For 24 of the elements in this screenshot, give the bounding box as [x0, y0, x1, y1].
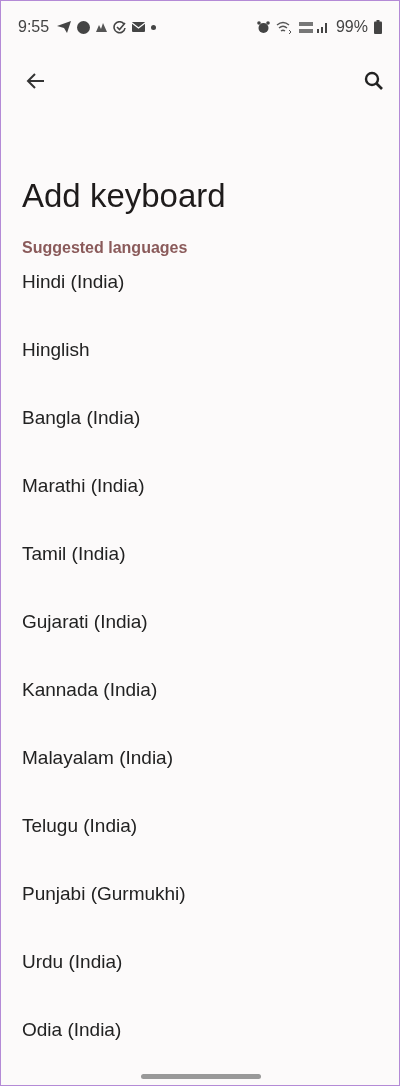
page-title: Add keyboard	[21, 176, 227, 216]
language-item[interactable]: Gujarati (India)	[1, 600, 399, 668]
alarm-icon	[256, 20, 270, 34]
language-item[interactable]: Malayalam (India)	[1, 736, 399, 804]
language-item[interactable]: Hindi (India)	[1, 260, 399, 328]
language-item[interactable]: Marathi (India)	[1, 464, 399, 532]
mail-icon	[132, 22, 146, 32]
language-item[interactable]: Odia (India)	[1, 1008, 399, 1076]
battery-level: 99%	[335, 18, 368, 36]
language-item[interactable]: Hinglish	[1, 328, 399, 396]
language-item[interactable]: Kannada (India)	[1, 668, 399, 736]
section-header: Suggested languages	[21, 238, 189, 258]
language-item[interactable]: Urdu (India)	[1, 940, 399, 1008]
hills-icon	[96, 22, 108, 32]
battery-icon	[374, 20, 382, 34]
language-item[interactable]: Bangla (India)	[1, 396, 399, 464]
wifi-icon	[275, 20, 292, 34]
send-icon	[57, 21, 72, 33]
status-time: 9:55	[18, 18, 50, 36]
language-item[interactable]: Punjabi (Gurmukhi)	[1, 872, 399, 940]
language-item[interactable]: Tamil (India)	[1, 532, 399, 600]
language-item[interactable]: Telugu (India)	[1, 804, 399, 872]
check-circle-icon	[113, 20, 127, 34]
dot-icon	[151, 24, 157, 30]
